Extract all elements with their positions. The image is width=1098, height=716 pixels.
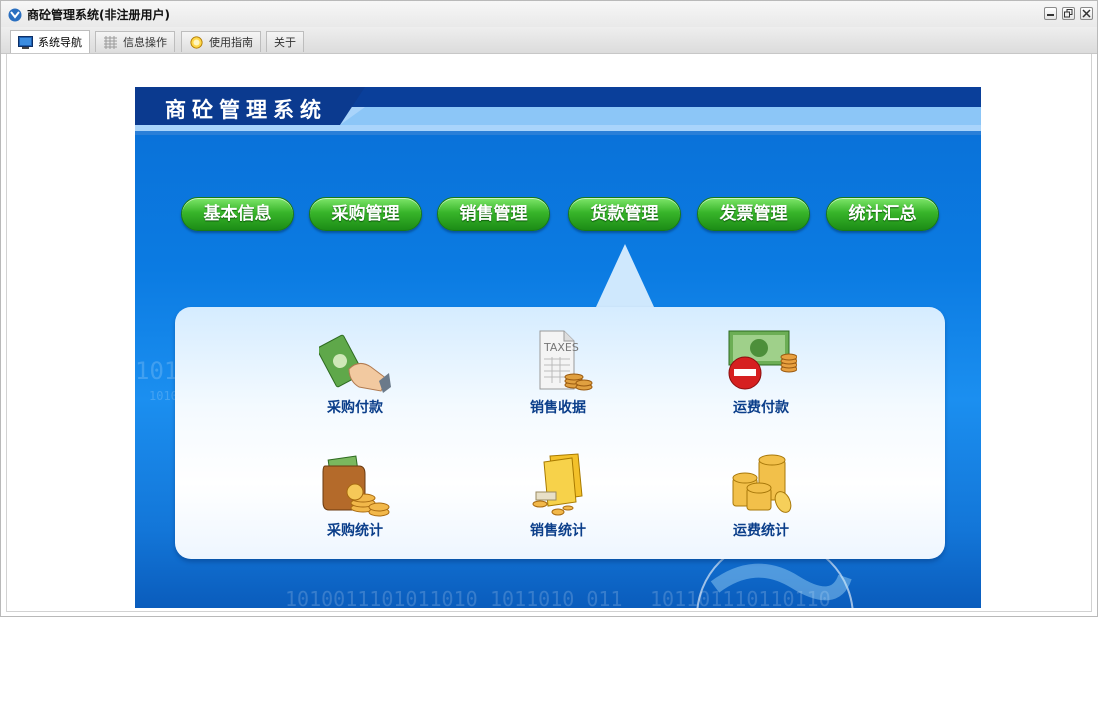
item-purchase-stats[interactable]: 采购统计 bbox=[300, 452, 410, 540]
module-button-statistics[interactable]: 统计汇总 bbox=[826, 197, 939, 231]
tab-label: 使用指南 bbox=[209, 36, 253, 49]
tab-label: 关于 bbox=[274, 36, 296, 49]
grid-icon bbox=[104, 35, 117, 49]
module-button-payments[interactable]: 货款管理 bbox=[568, 197, 681, 231]
tab-user-guide[interactable]: 使用指南 bbox=[181, 31, 261, 52]
nav-app: 1010011101011010 1011010_011 10110111011… bbox=[135, 87, 981, 608]
money-stop-icon bbox=[728, 330, 797, 390]
tab-system-nav[interactable]: 系统导航 bbox=[10, 30, 90, 53]
item-label: 运费付款 bbox=[733, 400, 789, 416]
folder-coins-icon bbox=[532, 453, 583, 516]
module-button-purchase[interactable]: 采购管理 bbox=[309, 197, 422, 231]
restore-button[interactable] bbox=[1062, 7, 1075, 20]
money-hand-icon bbox=[319, 334, 391, 393]
wallet-coins-icon bbox=[322, 455, 390, 517]
item-purchase-payment[interactable]: 采购付款 bbox=[300, 329, 410, 417]
tab-label: 信息操作 bbox=[123, 36, 167, 49]
binary-decor: 1010011101011010 bbox=[285, 587, 478, 608]
window-title: 商砼管理系统(非注册用户) bbox=[27, 8, 170, 22]
module-button-invoice[interactable]: 发票管理 bbox=[697, 197, 810, 231]
close-icon bbox=[1082, 9, 1091, 18]
item-label: 销售收据 bbox=[530, 400, 586, 416]
restore-icon bbox=[1064, 9, 1073, 18]
app-logo-icon bbox=[8, 8, 22, 22]
item-sales-receipt[interactable]: TAXES 销售收据 bbox=[503, 329, 613, 417]
monitor-icon bbox=[18, 35, 33, 49]
close-button[interactable] bbox=[1080, 7, 1093, 20]
module-button-basic-info[interactable]: 基本信息 bbox=[181, 197, 294, 231]
item-label: 运费统计 bbox=[733, 523, 789, 539]
tab-about[interactable]: 关于 bbox=[266, 31, 304, 52]
tab-label: 系统导航 bbox=[38, 36, 82, 49]
binary-decor: 1010 bbox=[149, 389, 178, 403]
item-label: 采购统计 bbox=[327, 523, 383, 539]
taxes-document-icon: TAXES bbox=[539, 330, 593, 391]
submenu-panel: 采购付款 TAXES 销售收据 运费付款 采购统计 销售统计 运费统计 bbox=[175, 244, 945, 559]
panel-pointer bbox=[596, 244, 654, 307]
item-sales-stats[interactable]: 销售统计 bbox=[503, 452, 613, 540]
taxes-text: TAXES bbox=[543, 341, 579, 354]
module-button-sales[interactable]: 销售管理 bbox=[437, 197, 550, 231]
item-freight-stats[interactable]: 运费统计 bbox=[706, 452, 816, 540]
app-title: 商砼管理系统 bbox=[165, 98, 327, 122]
minimize-icon bbox=[1047, 14, 1054, 16]
coin-stack-icon bbox=[732, 454, 792, 513]
item-freight-payment[interactable]: 运费付款 bbox=[706, 329, 816, 417]
tab-info-ops[interactable]: 信息操作 bbox=[95, 31, 175, 52]
lightbulb-icon bbox=[190, 35, 203, 49]
title-bar: 商砼管理系统(非注册用户) bbox=[1, 1, 1097, 28]
minimize-button[interactable] bbox=[1044, 7, 1057, 20]
tab-strip: 系统导航 信息操作 使用指南 关于 bbox=[1, 27, 1097, 54]
item-label: 采购付款 bbox=[327, 400, 383, 416]
item-label: 销售统计 bbox=[530, 523, 586, 539]
binary-decor: 1011010_011 bbox=[490, 587, 623, 608]
submenu-body: 采购付款 TAXES 销售收据 运费付款 采购统计 销售统计 运费统计 bbox=[175, 307, 945, 559]
